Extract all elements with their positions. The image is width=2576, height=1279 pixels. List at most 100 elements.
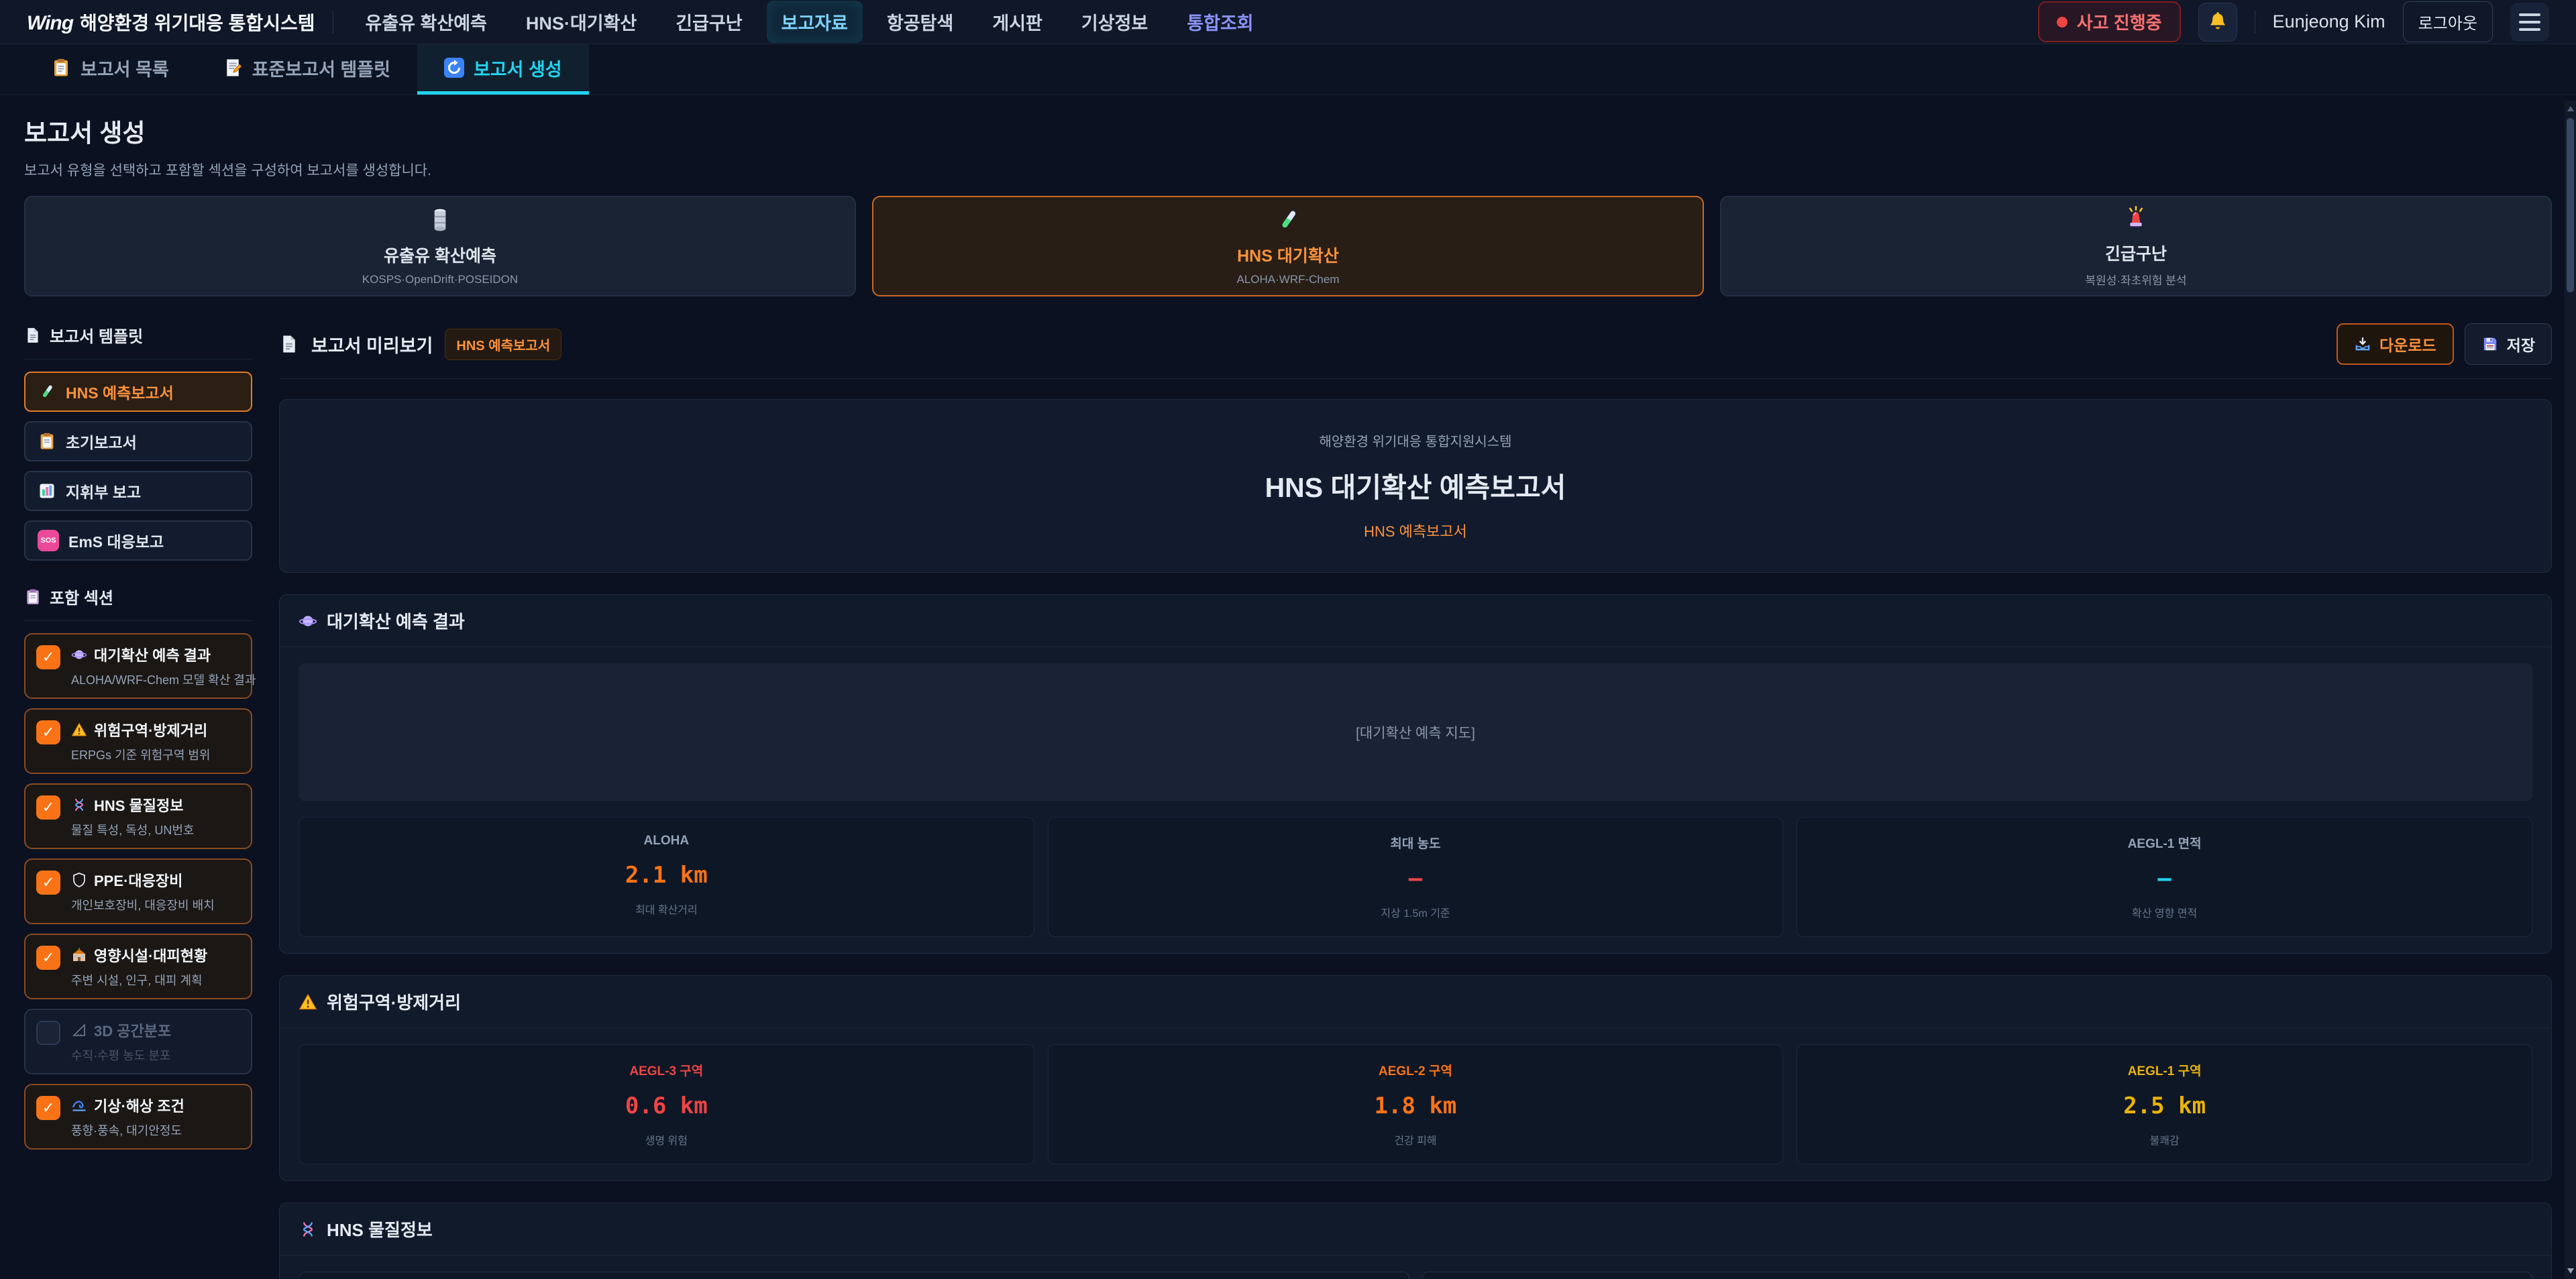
save-button[interactable]: 저장 xyxy=(2465,323,2552,365)
main-nav: 유출유 확산예측 HNS·대기확산 긴급구난 보고자료 항공탐색 게시판 기상정… xyxy=(351,1,1269,43)
section-dispersion-result: 대기확산 예측 결과 [대기확산 예측 지도] ALOHA 2.1 km 최대 … xyxy=(279,594,2552,954)
section-title: 위험구역·방제거리 xyxy=(94,719,207,740)
document-org: 해양환경 위기대응 통합지원시스템 xyxy=(280,431,2551,450)
report-type-title: 긴급구난 xyxy=(2105,241,2167,265)
section-desc: 풍향·풍속, 대기안정도 xyxy=(71,1121,184,1139)
zone-aegl1: AEGL-1 구역 2.5 km 불쾌감 xyxy=(1796,1044,2532,1164)
checkbox-checked[interactable]: ✓ xyxy=(36,1096,60,1120)
section-desc: 개인보호장비, 대응장비 배치 xyxy=(71,896,215,913)
checkbox-unchecked[interactable] xyxy=(36,1021,60,1045)
template-item-command-report[interactable]: 지휘부 보고 xyxy=(24,471,252,511)
document-subtitle: HNS 예측보고서 xyxy=(280,520,2551,541)
test-tube-icon xyxy=(1275,207,1301,233)
preview-template-badge: HNS 예측보고서 xyxy=(445,329,561,360)
section-title: 영향시설·대피현황 xyxy=(94,944,207,966)
dispersion-map-placeholder: [대기확산 예측 지도] xyxy=(299,663,2532,801)
nav-item-reports[interactable]: 보고자료 xyxy=(767,1,863,43)
dna-icon xyxy=(71,797,87,813)
logout-button[interactable]: 로그아웃 xyxy=(2403,1,2493,42)
zone-aegl2: AEGL-2 구역 1.8 km 건강 피해 xyxy=(1048,1044,1784,1164)
checkmark-icon: ✓ xyxy=(42,724,54,741)
scrollbar-thumb[interactable] xyxy=(2567,118,2574,292)
document-title: HNS 대기확산 예측보고서 xyxy=(280,465,2551,505)
fog-planet-icon xyxy=(299,612,317,630)
section-item-affected-facilities[interactable]: ✓ 영향시설·대피현황 주변 시설, 인구, 대피 계획 xyxy=(24,934,252,999)
document-title-block: 해양환경 위기대응 통합지원시스템 HNS 대기확산 예측보고서 HNS 예측보… xyxy=(279,399,2552,573)
checkmark-icon: ✓ xyxy=(42,949,54,966)
nav-item-rescue[interactable]: 긴급구난 xyxy=(661,1,757,43)
field-un-number: UN번호 UN 1114 xyxy=(1421,1272,2532,1279)
scroll-up-arrow-icon[interactable] xyxy=(2567,106,2574,111)
report-type-oil-spill[interactable]: 유출유 확산예측 KOSPS·OpenDrift·POSEIDON xyxy=(24,196,856,296)
scroll-down-arrow-icon[interactable] xyxy=(2567,1268,2574,1274)
tab-report-list[interactable]: 보고서 목록 xyxy=(24,44,196,95)
report-type-rescue[interactable]: 긴급구난 복원성·좌초위험 분석 xyxy=(1720,196,2552,296)
bell-icon xyxy=(2206,11,2229,34)
document-icon xyxy=(279,334,299,354)
nav-item-board[interactable]: 게시판 xyxy=(977,1,1057,43)
dna-icon xyxy=(299,1220,317,1239)
warning-icon xyxy=(71,722,87,738)
section-title: PPE·대응장비 xyxy=(94,869,182,891)
logo-mark: Wing xyxy=(27,12,73,35)
section-hazard-zone: 위험구역·방제거리 AEGL-3 구역 0.6 km 생명 위험 AEGL-2 … xyxy=(279,975,2552,1181)
clipboard-icon xyxy=(51,58,71,78)
template-item-hns-forecast[interactable]: HNS 예측보고서 xyxy=(24,372,252,412)
report-type-title: HNS 대기확산 xyxy=(1237,243,1339,267)
template-item-ems-response[interactable]: SOS EmS 대응보고 xyxy=(24,520,252,561)
nav-item-oil-spill[interactable]: 유출유 확산예측 xyxy=(351,1,502,43)
report-type-hns[interactable]: HNS 대기확산 ALOHA·WRF-Chem xyxy=(872,196,1704,296)
checkbox-checked[interactable]: ✓ xyxy=(36,871,60,895)
vertical-scrollbar[interactable] xyxy=(2565,101,2576,1279)
report-type-subtitle: KOSPS·OpenDrift·POSEIDON xyxy=(362,273,518,286)
notifications-button[interactable] xyxy=(2198,3,2237,42)
zone-value: 2.5 km xyxy=(1813,1093,2516,1119)
warning-icon xyxy=(299,993,317,1011)
checkbox-checked[interactable]: ✓ xyxy=(36,795,60,820)
nav-item-integrated-search[interactable]: 통합조회 xyxy=(1172,1,1268,43)
section-item-3d-distribution[interactable]: 3D 공간분포 수직·수평 농도 분포 xyxy=(24,1009,252,1074)
hamburger-menu-button[interactable] xyxy=(2510,3,2549,42)
zone-value: 0.6 km xyxy=(315,1093,1018,1119)
section-item-ppe-equipment[interactable]: ✓ PPE·대응장비 개인보호장비, 대응장비 배치 xyxy=(24,858,252,924)
clipboard-icon xyxy=(38,432,56,451)
checkbox-checked[interactable]: ✓ xyxy=(36,645,60,669)
tab-label: 표준보고서 템플릿 xyxy=(252,55,390,81)
template-label: HNS 예측보고서 xyxy=(66,380,174,403)
section-item-hazard-zone[interactable]: ✓ 위험구역·방제거리 ERPGs 기준 위험구역 범위 xyxy=(24,708,252,774)
incident-status-badge: 사고 진행중 xyxy=(2038,1,2181,42)
section-item-dispersion-result[interactable]: ✓ 대기확산 예측 결과 ALOHA/WRF-Chem 모델 확산 결과 xyxy=(24,633,252,699)
section-item-weather-sea[interactable]: ✓ 기상·해상 조건 풍향·풍속, 대기안정도 xyxy=(24,1084,252,1150)
report-type-title: 유출유 확산예측 xyxy=(384,243,496,267)
oil-drum-icon xyxy=(427,207,453,233)
section-substance-info: HNS 물질정보 물질명 벤젠 (Benzene) UN번호 UN 1114 xyxy=(279,1203,2552,1279)
report-type-subtitle: ALOHA·WRF-Chem xyxy=(1236,273,1339,286)
stat-aegl1-area: AEGL-1 면적 — 확산 영향 면적 xyxy=(1796,817,2532,937)
section-title: 대기확산 예측 결과 xyxy=(94,644,211,665)
checkbox-checked[interactable]: ✓ xyxy=(36,946,60,970)
section-item-hns-substance[interactable]: ✓ HNS 물질정보 물질 특성, 독성, UN번호 xyxy=(24,783,252,849)
tab-label: 보고서 목록 xyxy=(80,55,169,81)
tab-label: 보고서 생성 xyxy=(474,55,562,81)
memo-pencil-icon xyxy=(223,58,243,78)
stat-value: — xyxy=(1065,865,1767,892)
tab-standard-templates[interactable]: 표준보고서 템플릿 xyxy=(196,44,417,95)
template-item-initial-report[interactable]: 초기보고서 xyxy=(24,421,252,461)
report-type-cards: 유출유 확산예측 KOSPS·OpenDrift·POSEIDON HNS 대기… xyxy=(24,196,2552,296)
report-tabbar: 보고서 목록 표준보고서 템플릿 보고서 생성 xyxy=(0,44,2576,95)
checkmark-icon: ✓ xyxy=(42,1099,54,1117)
section-heading: 대기확산 예측 결과 xyxy=(327,608,465,633)
section-desc: ALOHA/WRF-Chem 모델 확산 결과 xyxy=(71,671,240,688)
templates-heading: 보고서 템플릿 xyxy=(24,323,252,359)
nav-item-weather[interactable]: 기상정보 xyxy=(1067,1,1163,43)
shield-icon xyxy=(71,872,87,888)
nav-item-hns[interactable]: HNS·대기확산 xyxy=(511,1,651,43)
download-button[interactable]: 다운로드 xyxy=(2337,323,2454,365)
school-icon xyxy=(71,947,87,963)
tab-report-generate[interactable]: 보고서 생성 xyxy=(417,44,589,95)
checkbox-checked[interactable]: ✓ xyxy=(36,720,60,744)
section-title: 기상·해상 조건 xyxy=(94,1095,184,1116)
incident-badge-label: 사고 진행중 xyxy=(2077,9,2162,34)
template-label: EmS 대응보고 xyxy=(68,529,164,552)
nav-item-air-search[interactable]: 항공탐색 xyxy=(872,1,968,43)
